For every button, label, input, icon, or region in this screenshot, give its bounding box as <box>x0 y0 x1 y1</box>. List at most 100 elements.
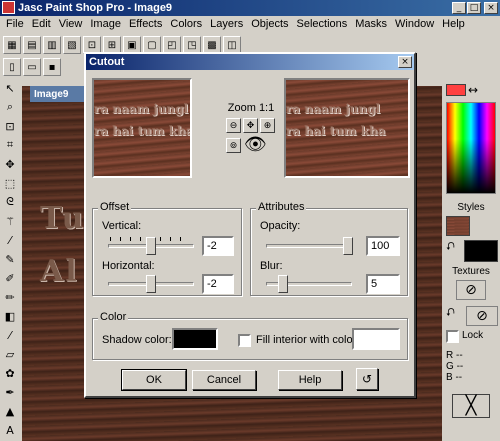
zoom-out-icon[interactable]: ⊖ <box>226 118 241 133</box>
eraser-icon[interactable]: ▱ <box>1 345 19 363</box>
color-group-label: Color <box>98 311 129 323</box>
preview-text-line: ra hai tum kha <box>94 124 192 138</box>
menu-colors[interactable]: Colors <box>166 18 206 30</box>
original-preview[interactable]: ra naam jungl ra hai tum kha <box>92 78 192 178</box>
open-folder-icon[interactable]: ▭ <box>23 58 41 76</box>
toolbar-button[interactable]: ▦ <box>3 36 21 54</box>
minimize-icon[interactable]: _ <box>452 2 466 14</box>
cancel-button[interactable]: Cancel <box>192 370 256 390</box>
color-replacer-icon[interactable]: ✏ <box>1 288 19 306</box>
app-title: Jasc Paint Shop Pro - Image9 <box>18 2 173 14</box>
airbrush-icon[interactable]: ✒ <box>1 383 19 401</box>
r-value: -- <box>456 350 463 361</box>
selection-tool-icon[interactable]: ⬚ <box>1 174 19 192</box>
menu-window[interactable]: Window <box>391 18 438 30</box>
b-value: -- <box>455 372 463 383</box>
result-preview: ra naam jungl ra hai tum kha <box>284 78 410 178</box>
zoom-tool-icon[interactable]: ⌕ <box>1 98 19 116</box>
picture-tube-icon[interactable]: ✿ <box>1 364 19 382</box>
proof-icon[interactable]: ⊚ <box>226 138 241 153</box>
swap-textures-icon[interactable]: ⮏ <box>446 304 460 319</box>
horizontal-input[interactable]: -2 <box>202 274 234 294</box>
magic-wand-icon[interactable]: ⚚ <box>1 212 19 230</box>
menu-effects[interactable]: Effects <box>125 18 166 30</box>
vertical-slider-thumb[interactable] <box>146 237 156 255</box>
menu-help[interactable]: Help <box>438 18 469 30</box>
lock-checkbox[interactable] <box>446 330 459 343</box>
menu-selections[interactable]: Selections <box>293 18 352 30</box>
menu-image[interactable]: Image <box>86 18 125 30</box>
save-icon[interactable]: ▪ <box>43 58 61 76</box>
cutout-dialog: Cutout × ra naam jungl ra hai tum kha ra… <box>84 52 416 398</box>
menu-masks[interactable]: Masks <box>351 18 391 30</box>
dialog-title: Cutout <box>89 56 125 68</box>
retouch-tool-icon[interactable]: ◧ <box>1 307 19 325</box>
zoom-label: Zoom 1:1 <box>227 102 275 114</box>
opacity-label: Opacity: <box>260 220 301 232</box>
color-picker-spectrum[interactable] <box>446 102 496 194</box>
paintbrush-icon[interactable]: ✎ <box>1 250 19 268</box>
pan-icon[interactable]: ✥ <box>243 118 258 133</box>
vertical-input[interactable]: -2 <box>202 236 234 256</box>
menu-layers[interactable]: Layers <box>206 18 247 30</box>
clone-brush-icon[interactable]: ✐ <box>1 269 19 287</box>
styles-label: Styles <box>457 202 485 213</box>
opacity-slider-track[interactable] <box>266 244 352 248</box>
image-window-label: Image9 <box>34 88 69 100</box>
shadow-color-label: Shadow color: <box>102 334 172 346</box>
app-title-bar: Jasc Paint Shop Pro - Image9 <box>0 0 500 16</box>
texture-none-icon[interactable]: ⊘ <box>456 280 486 300</box>
move-tool-icon[interactable]: ✥ <box>1 155 19 173</box>
horizontal-slider-thumb[interactable] <box>146 275 156 293</box>
opacity-input[interactable]: 100 <box>366 236 400 256</box>
style-swatch[interactable] <box>446 216 470 236</box>
app-logo-icon <box>2 1 15 14</box>
toolbar-button[interactable]: ▤ <box>23 36 41 54</box>
menu-objects[interactable]: Objects <box>247 18 292 30</box>
canvas-text-line: Tu <box>40 201 86 236</box>
menu-file[interactable]: File <box>2 18 28 30</box>
toolbar-standard: ▯ ▭ ▪ <box>0 56 63 78</box>
menu-view[interactable]: View <box>55 18 87 30</box>
help-button[interactable]: Help <box>278 370 342 390</box>
freehand-tool-icon[interactable]: ᘓ <box>1 193 19 211</box>
canvas-text-line: Al <box>40 254 79 289</box>
reset-defaults-icon[interactable]: ↺ <box>356 368 378 390</box>
background-texture-none-icon[interactable]: ⊘ <box>466 306 498 326</box>
opacity-slider-thumb[interactable] <box>343 237 353 255</box>
ok-button[interactable]: OK <box>121 369 187 391</box>
crop-tool-icon[interactable]: ⌗ <box>1 136 19 154</box>
b-label: B <box>446 372 453 383</box>
fill-interior-label: Fill interior with color: <box>256 334 360 346</box>
swap-colors-icon[interactable]: ↔ <box>468 83 486 97</box>
toolbar-button[interactable]: ▥ <box>43 36 61 54</box>
arrow-tool-icon[interactable]: ↖ <box>1 79 19 97</box>
maximize-icon[interactable]: □ <box>467 2 481 14</box>
blur-slider-thumb[interactable] <box>278 275 288 293</box>
no-color-icon[interactable]: ╳ <box>452 394 490 418</box>
foreground-color-swatch[interactable] <box>446 84 466 96</box>
blur-label: Blur: <box>260 260 283 272</box>
text-tool-icon[interactable]: A <box>1 421 19 439</box>
dialog-close-icon[interactable]: × <box>398 56 412 68</box>
fill-interior-checkbox[interactable] <box>238 334 251 347</box>
toolbar-button[interactable]: ▧ <box>63 36 81 54</box>
menu-edit[interactable]: Edit <box>28 18 55 30</box>
background-style-swatch[interactable] <box>464 240 498 262</box>
blur-input[interactable]: 5 <box>366 274 400 294</box>
deform-tool-icon[interactable]: ⊡ <box>1 117 19 135</box>
new-file-icon[interactable]: ▯ <box>3 58 21 76</box>
g-label: G <box>446 361 454 372</box>
shadow-color-swatch[interactable] <box>172 328 218 350</box>
dropper-tool-icon[interactable]: ⁄ <box>1 231 19 249</box>
fill-color-swatch[interactable] <box>352 328 400 350</box>
swap-styles-icon[interactable]: ⮏ <box>446 238 460 253</box>
preview-eye-icon[interactable]: 👁 <box>244 136 276 154</box>
preview-text-line: ra naam jungl <box>94 102 189 116</box>
image-window-title[interactable]: Image9 <box>30 86 92 102</box>
scratch-remover-icon[interactable]: ⁄ <box>1 326 19 344</box>
zoom-in-icon[interactable]: ⊕ <box>260 118 275 133</box>
close-icon[interactable]: × <box>484 2 498 14</box>
flood-fill-icon[interactable]: ▲ <box>1 402 19 420</box>
dialog-title-bar: Cutout <box>86 54 414 70</box>
